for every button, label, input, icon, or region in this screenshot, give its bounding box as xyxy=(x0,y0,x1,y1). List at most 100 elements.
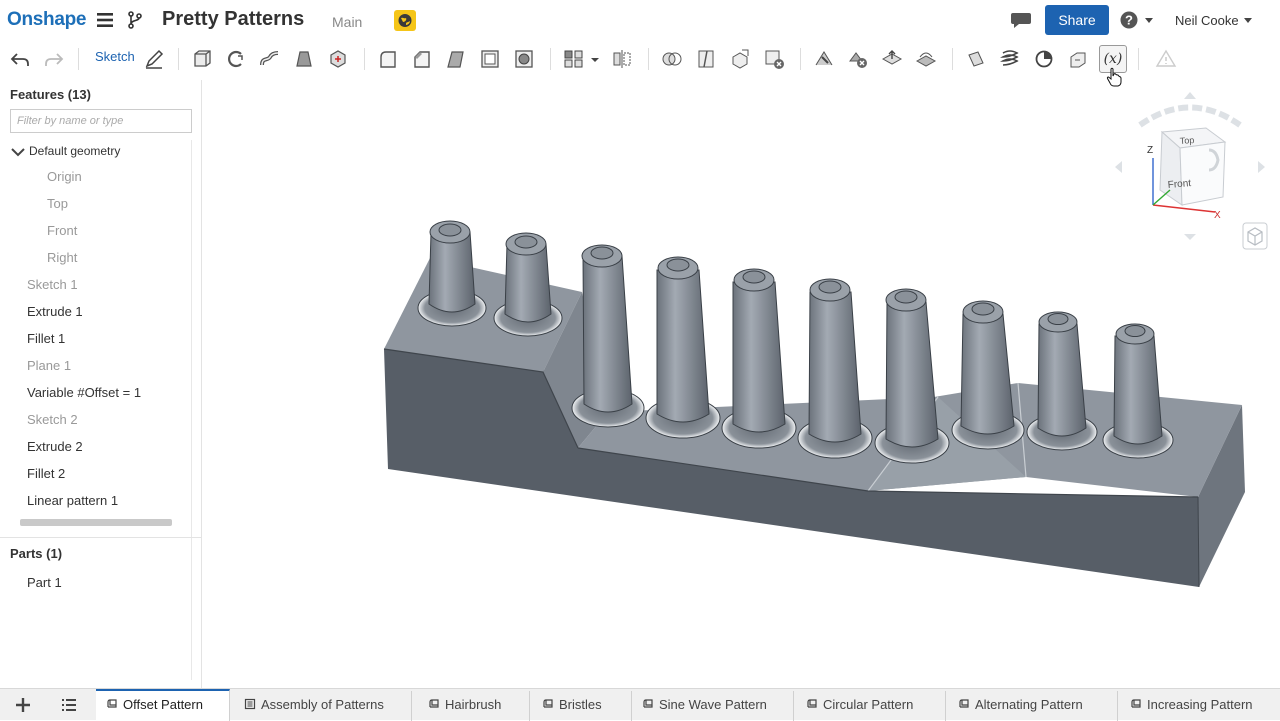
part-studio-icon xyxy=(959,699,969,708)
user-menu-caret-icon[interactable] xyxy=(1244,18,1252,23)
undo-icon[interactable] xyxy=(8,47,32,71)
onshape-logo[interactable]: Onshape xyxy=(7,9,87,31)
viewcube-top-label[interactable]: Top xyxy=(1179,135,1194,146)
peg-6[interactable] xyxy=(797,278,873,459)
revolve-icon[interactable] xyxy=(224,47,248,71)
mirror-icon[interactable] xyxy=(610,47,634,71)
panel-scroll-track xyxy=(191,140,192,680)
split-icon[interactable] xyxy=(694,47,718,71)
replace-face-icon[interactable] xyxy=(914,47,938,71)
view-cube-menu-icon[interactable] xyxy=(1242,222,1268,250)
part-item-part-1[interactable]: Part 1 xyxy=(27,575,62,590)
mate-connector-icon[interactable] xyxy=(1032,47,1056,71)
help-icon[interactable]: ? xyxy=(1120,10,1156,30)
feature-item-front-plane[interactable]: Front xyxy=(47,223,77,238)
plane-icon[interactable] xyxy=(964,47,988,71)
feature-item-fillet-2[interactable]: Fillet 2 xyxy=(27,466,65,481)
versions-branch-icon[interactable] xyxy=(126,10,144,30)
part-studio-icon xyxy=(107,699,117,708)
view-cube[interactable]: Top Front Z X xyxy=(1115,92,1265,240)
comment-icon[interactable] xyxy=(1010,11,1032,29)
branch-name[interactable]: Main xyxy=(332,14,362,30)
feature-item-linear-pattern-1[interactable]: Linear pattern 1 xyxy=(27,493,118,508)
toolbar-divider xyxy=(364,48,365,70)
sweep-icon[interactable] xyxy=(258,47,282,71)
graphics-viewport[interactable]: Top Front Z X xyxy=(203,80,1280,688)
feature-filter-input[interactable] xyxy=(10,109,192,133)
toolbar-divider xyxy=(78,48,79,70)
feature-item-variable-offset[interactable]: Variable #Offset = 1 xyxy=(27,385,141,400)
tab-label: Assembly of Patterns xyxy=(261,697,384,712)
tab-increasing-pattern[interactable]: Increasing Pattern xyxy=(1120,691,1280,721)
part-studio-icon xyxy=(429,699,439,708)
model-render[interactable]: Top Front Z X xyxy=(203,80,1280,688)
tab-label: Increasing Pattern xyxy=(1147,697,1253,712)
top-bar: Onshape Pretty Patterns Main Share ? Nei… xyxy=(0,0,1280,42)
hole-icon[interactable] xyxy=(512,47,536,71)
viewcube-front-label[interactable]: Front xyxy=(1167,178,1191,191)
pattern-icon[interactable] xyxy=(562,47,586,71)
tab-circular-pattern[interactable]: Circular Pattern xyxy=(796,691,946,721)
loft-icon[interactable] xyxy=(292,47,316,71)
extrude-icon[interactable] xyxy=(190,47,214,71)
peg-4[interactable] xyxy=(645,256,721,439)
warning-icon[interactable] xyxy=(1154,47,1178,71)
chevron-down-icon[interactable] xyxy=(11,146,25,158)
feature-item-plane-1[interactable]: Plane 1 xyxy=(27,358,71,373)
feature-item-origin[interactable]: Origin xyxy=(47,169,82,184)
toolbar-divider xyxy=(178,48,179,70)
toolbar-divider xyxy=(550,48,551,70)
feature-item-sketch-2[interactable]: Sketch 2 xyxy=(27,412,78,427)
add-tab-icon[interactable] xyxy=(13,695,33,715)
tab-label: Hairbrush xyxy=(445,697,502,712)
tab-sine-wave-pattern[interactable]: Sine Wave Pattern xyxy=(632,691,794,721)
feature-item-sketch-1[interactable]: Sketch 1 xyxy=(27,277,78,292)
features-heading: Features (13) xyxy=(10,87,91,102)
transform-icon[interactable] xyxy=(728,47,752,71)
toolbar-divider xyxy=(1138,48,1139,70)
tab-label: Circular Pattern xyxy=(823,697,914,712)
peg-10[interactable] xyxy=(1102,323,1174,459)
document-title[interactable]: Pretty Patterns xyxy=(162,8,304,31)
public-globe-icon[interactable] xyxy=(394,10,416,31)
helix-icon[interactable] xyxy=(998,47,1022,71)
horizontal-scrollbar[interactable] xyxy=(20,519,172,526)
peg-5[interactable] xyxy=(721,268,797,449)
tab-bristles[interactable]: Bristles xyxy=(532,691,632,721)
toolbar-divider xyxy=(648,48,649,70)
tab-list-icon[interactable] xyxy=(59,695,79,715)
tab-alternating-pattern[interactable]: Alternating Pattern xyxy=(948,691,1118,721)
fillet-icon[interactable] xyxy=(376,47,400,71)
tab-assembly-of-patterns[interactable]: Assembly of Patterns xyxy=(234,691,412,721)
feature-item-extrude-1[interactable]: Extrude 1 xyxy=(27,304,83,319)
share-button[interactable]: Share xyxy=(1045,5,1109,35)
wrap-icon[interactable] xyxy=(1066,47,1090,71)
peg-9[interactable] xyxy=(1026,311,1098,451)
tab-offset-pattern[interactable]: Offset Pattern xyxy=(96,689,230,721)
axis-x-label: X xyxy=(1214,210,1221,221)
move-face-icon[interactable] xyxy=(880,47,904,71)
sketch-pencil-icon[interactable] xyxy=(142,47,166,71)
feature-item-right-plane[interactable]: Right xyxy=(47,250,77,265)
feature-item-extrude-2[interactable]: Extrude 2 xyxy=(27,439,83,454)
pattern-dropdown-icon[interactable] xyxy=(588,47,602,71)
shell-icon[interactable] xyxy=(478,47,502,71)
delete-part-icon[interactable] xyxy=(762,47,786,71)
tab-hairbrush[interactable]: Hairbrush xyxy=(418,691,530,721)
thicken-icon[interactable] xyxy=(326,47,350,71)
default-geometry-folder[interactable]: Default geometry xyxy=(29,144,120,158)
user-menu[interactable]: Neil Cooke xyxy=(1175,13,1239,28)
peg-7[interactable] xyxy=(874,288,950,464)
chamfer-icon[interactable] xyxy=(410,47,434,71)
sketch-button[interactable]: Sketch xyxy=(95,49,135,64)
boolean-icon[interactable] xyxy=(660,47,684,71)
redo-icon[interactable] xyxy=(42,47,66,71)
feature-item-fillet-1[interactable]: Fillet 1 xyxy=(27,331,65,346)
delete-face-icon[interactable] xyxy=(846,47,870,71)
modify-fillet-icon[interactable] xyxy=(812,47,836,71)
parts-heading: Parts (1) xyxy=(10,546,63,561)
hamburger-menu-icon[interactable] xyxy=(96,11,114,29)
draft-icon[interactable] xyxy=(444,47,468,71)
peg-8[interactable] xyxy=(951,300,1025,450)
feature-item-top-plane[interactable]: Top xyxy=(47,196,68,211)
